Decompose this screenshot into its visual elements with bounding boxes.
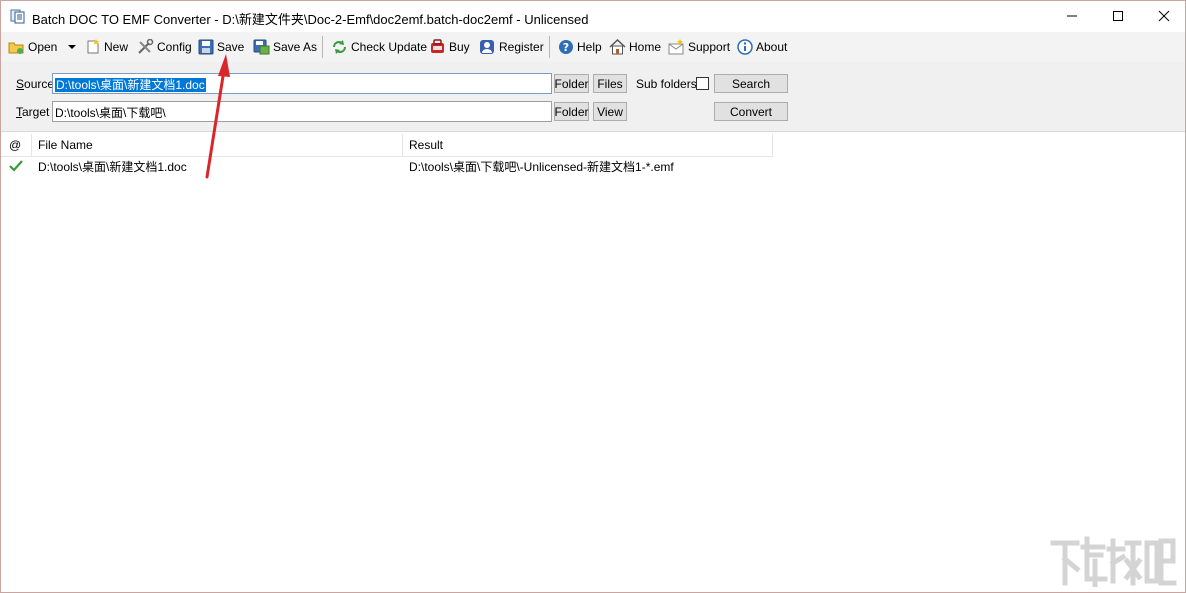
open-button[interactable]: Open	[8, 36, 57, 58]
save-as-icon	[253, 39, 270, 55]
target-input[interactable]: D:\tools\桌面\下载吧\	[52, 101, 552, 122]
sub-folders-label: Sub folders	[636, 77, 697, 91]
window-title: Batch DOC TO EMF Converter - D:\新建文件夹\Do…	[32, 12, 589, 27]
success-check-icon	[9, 159, 23, 179]
view-button[interactable]: View	[593, 102, 627, 121]
check-update-button[interactable]: Check Update	[331, 36, 427, 58]
toolbar-separator	[549, 36, 550, 58]
new-button[interactable]: New	[85, 36, 128, 58]
column-header-file-name[interactable]: File Name	[32, 134, 403, 157]
minimize-button[interactable]	[1049, 1, 1095, 31]
help-button[interactable]: ? Help	[558, 36, 602, 58]
save-button[interactable]: Save	[198, 36, 244, 58]
target-label: Target	[16, 105, 50, 119]
home-button[interactable]: Home	[609, 36, 661, 58]
toolbar-separator	[322, 36, 323, 58]
open-folder-icon	[8, 42, 24, 54]
new-file-icon	[87, 39, 99, 54]
help-icon: ?	[559, 40, 573, 54]
source-label: Source	[16, 77, 55, 91]
info-icon	[737, 39, 753, 55]
chevron-down-icon	[68, 45, 76, 49]
save-icon	[198, 39, 214, 55]
column-header-status[interactable]: @	[1, 134, 32, 157]
open-dropdown-button[interactable]	[67, 36, 80, 58]
title-bar: Batch DOC TO EMF Converter - D:\新建文件夹\Do…	[1, 1, 1185, 31]
support-icon	[668, 39, 684, 55]
svg-text:?: ?	[563, 41, 569, 54]
tools-icon	[138, 39, 154, 54]
source-files-button[interactable]: Files	[593, 74, 627, 93]
convert-button[interactable]: Convert	[714, 102, 788, 121]
search-button[interactable]: Search	[714, 74, 788, 93]
maximize-icon	[1113, 11, 1123, 21]
maximize-button[interactable]	[1095, 1, 1141, 31]
source-folder-button[interactable]: Folder	[554, 74, 589, 93]
cart-icon	[431, 39, 444, 53]
source-input[interactable]: D:\tools\桌面\新建文档1.doc	[52, 73, 552, 94]
user-icon	[480, 40, 494, 54]
config-button[interactable]: Config	[137, 36, 192, 58]
about-button[interactable]: About	[737, 36, 787, 58]
minimize-icon	[1067, 15, 1077, 17]
options-panel: Source D:\tools\桌面\新建文档1.doc Folder File…	[1, 62, 1185, 132]
sub-folders-checkbox[interactable]	[696, 77, 709, 90]
close-icon	[1158, 10, 1170, 22]
table-row[interactable]: D:\tools\桌面\新建文档1.doc D:\tools\桌面\下载吧\-U…	[1, 157, 773, 177]
app-window: Batch DOC TO EMF Converter - D:\新建文件夹\Do…	[0, 0, 1186, 593]
file-list[interactable]: @ File Name Result D:\tools\桌面\新建文档1.doc…	[1, 134, 1185, 592]
save-as-button[interactable]: Save As	[253, 36, 317, 58]
home-icon	[609, 39, 626, 55]
file-list-header: @ File Name Result	[1, 134, 773, 157]
result-cell: D:\tools\桌面\下载吧\-Unlicensed-新建文档1-*.emf	[409, 160, 674, 174]
support-button[interactable]: Support	[668, 36, 730, 58]
close-button[interactable]	[1141, 1, 1186, 31]
watermark-logo	[1050, 536, 1177, 587]
file-name-cell: D:\tools\桌面\新建文档1.doc	[38, 160, 187, 174]
toolbar: Open New Config Save Save As Check Updat…	[1, 32, 1185, 62]
app-icon	[10, 9, 25, 24]
column-header-result[interactable]: Result	[403, 134, 773, 157]
target-folder-button[interactable]: Folder	[554, 102, 589, 121]
register-button[interactable]: Register	[479, 36, 544, 58]
refresh-icon	[333, 40, 346, 54]
buy-button[interactable]: Buy	[429, 36, 470, 58]
